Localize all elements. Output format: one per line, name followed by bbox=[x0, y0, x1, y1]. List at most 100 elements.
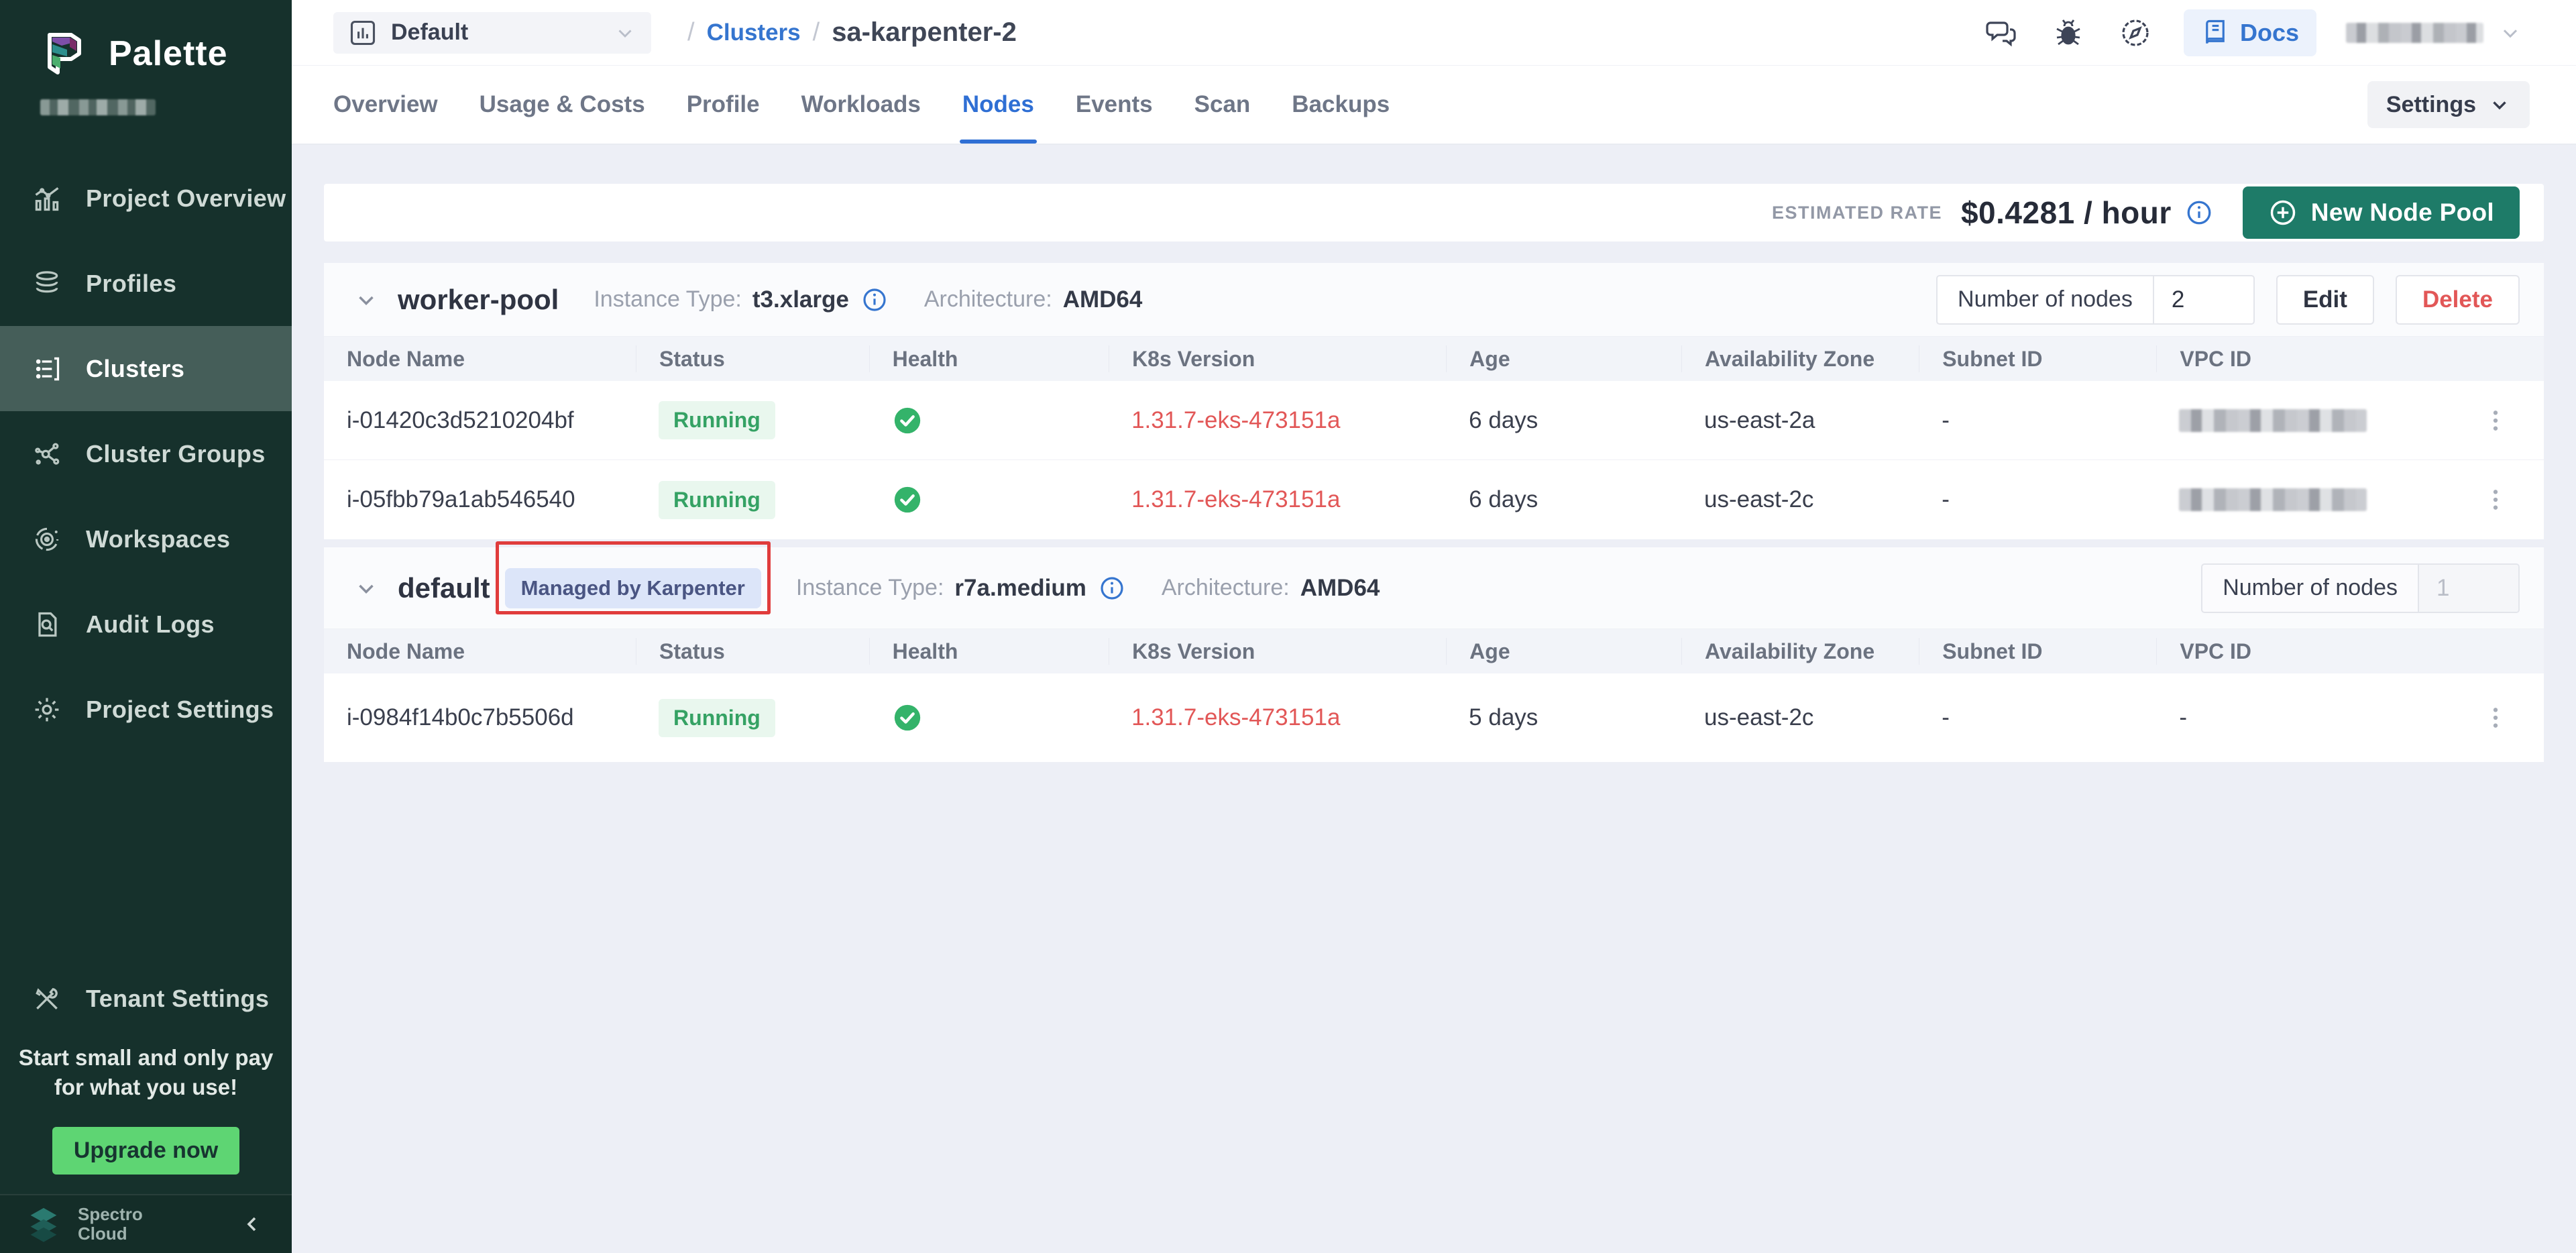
estimated-rate-label: ESTIMATED RATE bbox=[1772, 203, 1942, 223]
brand: Palette bbox=[0, 0, 292, 80]
worker-pool-header: worker-pool Instance Type: t3.xlarge Arc… bbox=[324, 263, 2544, 337]
age-cell: 6 days bbox=[1446, 407, 1681, 434]
nodes-table-header: Node Name Status Health K8s Version Age … bbox=[324, 337, 2544, 381]
sidebar-item-label: Audit Logs bbox=[86, 610, 215, 639]
row-menu-kebab-icon[interactable] bbox=[2482, 704, 2509, 731]
sidebar-item-label: Project Settings bbox=[86, 696, 274, 724]
report-bug-icon[interactable] bbox=[2052, 17, 2084, 49]
book-icon bbox=[2201, 19, 2229, 47]
rate-info-icon[interactable] bbox=[2185, 199, 2213, 227]
instance-info-icon[interactable] bbox=[861, 286, 888, 313]
health-ok-icon bbox=[892, 702, 923, 733]
delete-pool-button[interactable]: Delete bbox=[2396, 275, 2520, 325]
settings-button[interactable]: Settings bbox=[2367, 81, 2530, 128]
instance-type-label: Instance Type: bbox=[594, 286, 742, 313]
tab-workloads[interactable]: Workloads bbox=[801, 66, 921, 144]
node-name-cell: i-0984f14b0c7b5506d bbox=[324, 704, 636, 731]
az-cell: us-east-2c bbox=[1681, 486, 1919, 513]
upgrade-now-button[interactable]: Upgrade now bbox=[52, 1127, 239, 1175]
tab-scan[interactable]: Scan bbox=[1194, 66, 1251, 144]
palette-logo-icon bbox=[38, 27, 91, 80]
tab-events[interactable]: Events bbox=[1076, 66, 1153, 144]
sidebar-item-label: Workspaces bbox=[86, 525, 230, 553]
pool-name: default bbox=[398, 572, 490, 604]
k8s-version-cell: 1.31.7-eks-473151a bbox=[1109, 704, 1446, 731]
default-pool-header: default Managed by Karpenter Instance Ty… bbox=[324, 547, 2544, 629]
az-cell: us-east-2c bbox=[1681, 704, 1919, 731]
project-overview-icon bbox=[32, 184, 62, 213]
user-menu-chevron-icon[interactable] bbox=[2498, 21, 2522, 45]
promo-line-2: for what you use! bbox=[0, 1073, 292, 1102]
docs-button[interactable]: Docs bbox=[2184, 9, 2316, 56]
new-node-pool-button[interactable]: New Node Pool bbox=[2243, 186, 2520, 239]
subnet-cell: - bbox=[1919, 407, 2156, 434]
status-badge: Running bbox=[659, 481, 775, 519]
row-menu-kebab-icon[interactable] bbox=[2482, 407, 2509, 434]
sidebar-item-clusters[interactable]: Clusters bbox=[0, 326, 292, 411]
sidebar-collapse-chevron-icon[interactable] bbox=[241, 1212, 265, 1236]
collapse-chevron-icon[interactable] bbox=[353, 287, 379, 313]
chevron-down-icon bbox=[614, 21, 636, 44]
sidebar-item-label: Tenant Settings bbox=[86, 985, 269, 1013]
tab-nodes[interactable]: Nodes bbox=[962, 66, 1034, 144]
row-menu-kebab-icon[interactable] bbox=[2482, 486, 2509, 513]
brand-name: Palette bbox=[109, 34, 228, 74]
audit-logs-icon bbox=[32, 610, 62, 639]
number-of-nodes-input[interactable]: 2 bbox=[2153, 276, 2253, 323]
collapse-chevron-icon[interactable] bbox=[353, 576, 379, 601]
workspaces-icon bbox=[32, 525, 62, 554]
top-bar: Default / Clusters / sa-karpenter-2 bbox=[292, 0, 2576, 66]
sidebar-item-workspaces[interactable]: Workspaces bbox=[0, 496, 292, 582]
sidebar-footer: Spectro Cloud bbox=[0, 1194, 292, 1253]
k8s-version-cell: 1.31.7-eks-473151a bbox=[1109, 486, 1446, 513]
sidebar: Palette Project Overview Profiles bbox=[0, 0, 292, 1253]
docs-label: Docs bbox=[2240, 19, 2299, 47]
subnet-cell: - bbox=[1919, 486, 2156, 513]
instance-info-icon[interactable] bbox=[1099, 575, 1125, 602]
vpc-cell: - bbox=[2156, 704, 2400, 731]
cluster-groups-icon bbox=[32, 439, 62, 469]
tab-usage-costs[interactable]: Usage & Costs bbox=[480, 66, 645, 144]
node-pool-worker-pool: worker-pool Instance Type: t3.xlarge Arc… bbox=[324, 263, 2544, 539]
estimated-rate-value: $0.4281 / hour bbox=[1961, 195, 2172, 231]
sidebar-item-project-overview[interactable]: Project Overview bbox=[0, 156, 292, 241]
table-row: i-05fbb79a1ab546540 Running 1.31.7-eks-4… bbox=[324, 460, 2544, 539]
tab-overview[interactable]: Overview bbox=[333, 66, 438, 144]
breadcrumb-clusters-link[interactable]: Clusters bbox=[707, 19, 801, 46]
rate-toolbar: ESTIMATED RATE $0.4281 / hour New Node P… bbox=[324, 184, 2544, 241]
help-compass-icon[interactable] bbox=[2119, 17, 2151, 49]
health-ok-icon bbox=[892, 484, 923, 515]
gear-icon bbox=[32, 695, 62, 724]
health-ok-icon bbox=[892, 405, 923, 436]
clusters-icon bbox=[32, 354, 62, 384]
project-selector-dropdown[interactable]: Default bbox=[333, 12, 651, 54]
user-name-redacted[interactable] bbox=[2346, 23, 2483, 43]
age-cell: 5 days bbox=[1446, 704, 1681, 731]
number-of-nodes-widget: Number of nodes 1 bbox=[2201, 563, 2520, 613]
tab-profile[interactable]: Profile bbox=[687, 66, 760, 144]
spectro-cloud-logo-icon bbox=[24, 1205, 63, 1244]
node-name-cell: i-01420c3d5210204bf bbox=[324, 407, 636, 434]
tab-backups[interactable]: Backups bbox=[1292, 66, 1390, 144]
edit-pool-button[interactable]: Edit bbox=[2276, 275, 2374, 325]
instance-type-value: t3.xlarge bbox=[752, 286, 849, 313]
sidebar-nav: Project Overview Profiles C bbox=[0, 156, 292, 752]
breadcrumb-current-cluster: sa-karpenter-2 bbox=[832, 17, 1017, 48]
sidebar-item-label: Profiles bbox=[86, 270, 176, 298]
sidebar-item-project-settings[interactable]: Project Settings bbox=[0, 667, 292, 752]
sidebar-item-label: Cluster Groups bbox=[86, 440, 266, 468]
main-area: Default / Clusters / sa-karpenter-2 bbox=[292, 0, 2576, 1253]
sidebar-item-cluster-groups[interactable]: Cluster Groups bbox=[0, 411, 292, 496]
architecture-value: AMD64 bbox=[1300, 575, 1380, 602]
sidebar-item-label: Clusters bbox=[86, 355, 184, 383]
feedback-chat-icon[interactable] bbox=[1985, 17, 2017, 49]
nodes-table-header: Node Name Status Health K8s Version Age … bbox=[324, 629, 2544, 673]
sidebar-item-profiles[interactable]: Profiles bbox=[0, 241, 292, 326]
architecture-value: AMD64 bbox=[1063, 286, 1143, 313]
sidebar-item-audit-logs[interactable]: Audit Logs bbox=[0, 582, 292, 667]
instance-type-label: Instance Type: bbox=[796, 575, 944, 601]
sidebar-item-tenant-settings[interactable]: Tenant Settings bbox=[0, 956, 292, 1041]
architecture-label: Architecture: bbox=[1162, 575, 1290, 601]
vpc-id-redacted bbox=[2179, 409, 2367, 432]
instance-type-value: r7a.medium bbox=[954, 575, 1086, 602]
